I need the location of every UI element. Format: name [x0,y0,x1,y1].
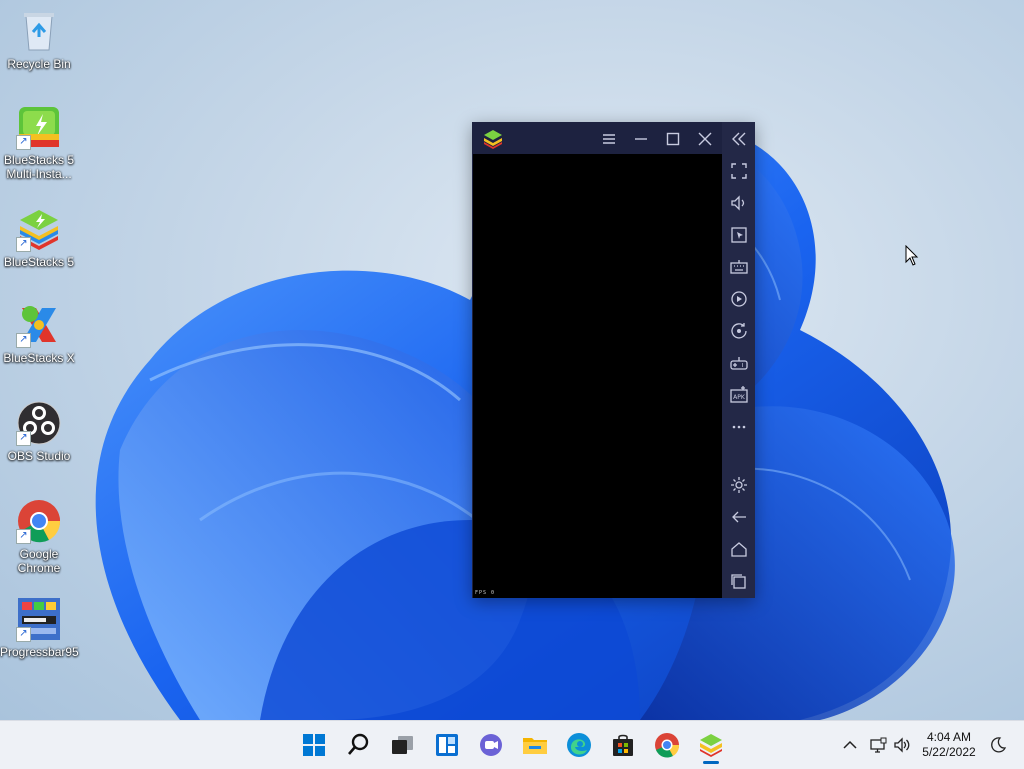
desktop-icon-label: BlueStacks 5 [3,255,75,269]
desktop-icon-bluestacks-x[interactable]: ↗ BlueStacks X [0,302,78,365]
bluestacks-5-icon: ↗ [16,206,62,252]
store-icon[interactable] [609,731,637,759]
start-icon[interactable] [300,731,328,759]
settings-icon[interactable] [728,474,750,496]
obs-studio-icon: ↗ [16,400,62,446]
shortcut-arrow-icon: ↗ [16,431,31,446]
progressbar95-icon: ↗ [16,596,62,642]
fullscreen-icon[interactable] [728,160,750,182]
bluestacks-logo-icon [482,128,504,150]
network-icon[interactable] [868,735,888,755]
close-icon[interactable] [694,128,716,150]
show-hidden-icons-chevron[interactable] [840,735,860,755]
desktop-icon-bluestacks-multi-instance[interactable]: ↗ BlueStacks 5 Multi-Insta... [0,104,78,181]
clock-date: 5/22/2022 [922,745,976,759]
desktop-icon-label: Progressbar95 [0,645,79,659]
taskbar: 4:04 AM 5/22/2022 [0,720,1024,769]
desktop-icon-bluestacks-5[interactable]: ↗ BlueStacks 5 [0,206,78,269]
widgets-icon[interactable] [433,731,461,759]
gamepad-icon[interactable] [728,352,750,374]
fps-counter: FPS 0 [475,590,496,596]
svg-text:APK: APK [733,394,746,401]
back-icon[interactable] [728,506,750,528]
bluestacks-x-icon: ↗ [16,302,62,348]
keyboard-icon[interactable] [728,256,750,278]
file-explorer-icon[interactable] [521,731,549,759]
clock-time: 4:04 AM [926,730,972,744]
desktop-icon-label: Google Chrome [17,547,61,575]
install-apk-icon[interactable]: APK [728,384,750,406]
bluestacks-titlebar[interactable] [472,122,722,154]
chat-icon[interactable] [477,731,505,759]
android-screen[interactable]: FPS 0 [473,154,722,598]
volume-icon[interactable] [892,735,912,755]
rotate-icon[interactable] [728,320,750,342]
desktop-icon-obs-studio[interactable]: ↗ OBS Studio [0,400,78,463]
bluestacks-window[interactable]: FPS 0 APK [472,122,755,598]
desktop-icon-label: OBS Studio [7,449,71,463]
menu-icon[interactable] [598,128,620,150]
more-icon[interactable] [728,416,750,438]
shortcut-arrow-icon: ↗ [16,135,31,150]
shortcut-arrow-icon: ↗ [16,529,31,544]
desktop-icon-label: BlueStacks X [3,351,75,365]
edge-icon[interactable] [565,731,593,759]
shortcut-arrow-icon: ↗ [16,333,31,348]
desktop-icon-label: BlueStacks 5 Multi-Insta... [3,153,75,181]
volume-icon[interactable] [728,192,750,214]
desktop-icon-label: Recycle Bin [7,57,71,71]
recent-apps-icon[interactable] [728,570,750,592]
desktop-icon-google-chrome[interactable]: ↗ Google Chrome [0,498,78,575]
pointer-icon[interactable] [728,224,750,246]
active-app-indicator [703,761,719,764]
bluestacks-sidebar: APK [722,122,755,598]
maximize-icon[interactable] [662,128,684,150]
minimize-icon[interactable] [630,128,652,150]
desktop-icon-progressbar95[interactable]: ↗ Progressbar95 [0,596,79,659]
shortcut-arrow-icon: ↗ [16,237,31,252]
google-chrome-icon: ↗ [16,498,62,544]
home-icon[interactable] [728,538,750,560]
mouse-cursor-icon [905,245,919,266]
bluestacks-multi-instance-icon: ↗ [16,104,62,150]
search-icon[interactable] [345,731,373,759]
chrome-icon[interactable] [653,731,681,759]
system-clock[interactable]: 4:04 AM 5/22/2022 [914,730,984,760]
bluestacks-icon[interactable] [697,731,725,759]
shortcut-arrow-icon: ↗ [16,627,31,642]
focus-assist-icon[interactable] [988,735,1008,755]
macro-icon[interactable] [728,288,750,310]
recycle-bin-icon [16,8,62,54]
desktop-icon-recycle-bin[interactable]: Recycle Bin [0,8,78,71]
collapse-sidebar-icon[interactable] [728,128,750,150]
task-view-icon[interactable] [389,731,417,759]
